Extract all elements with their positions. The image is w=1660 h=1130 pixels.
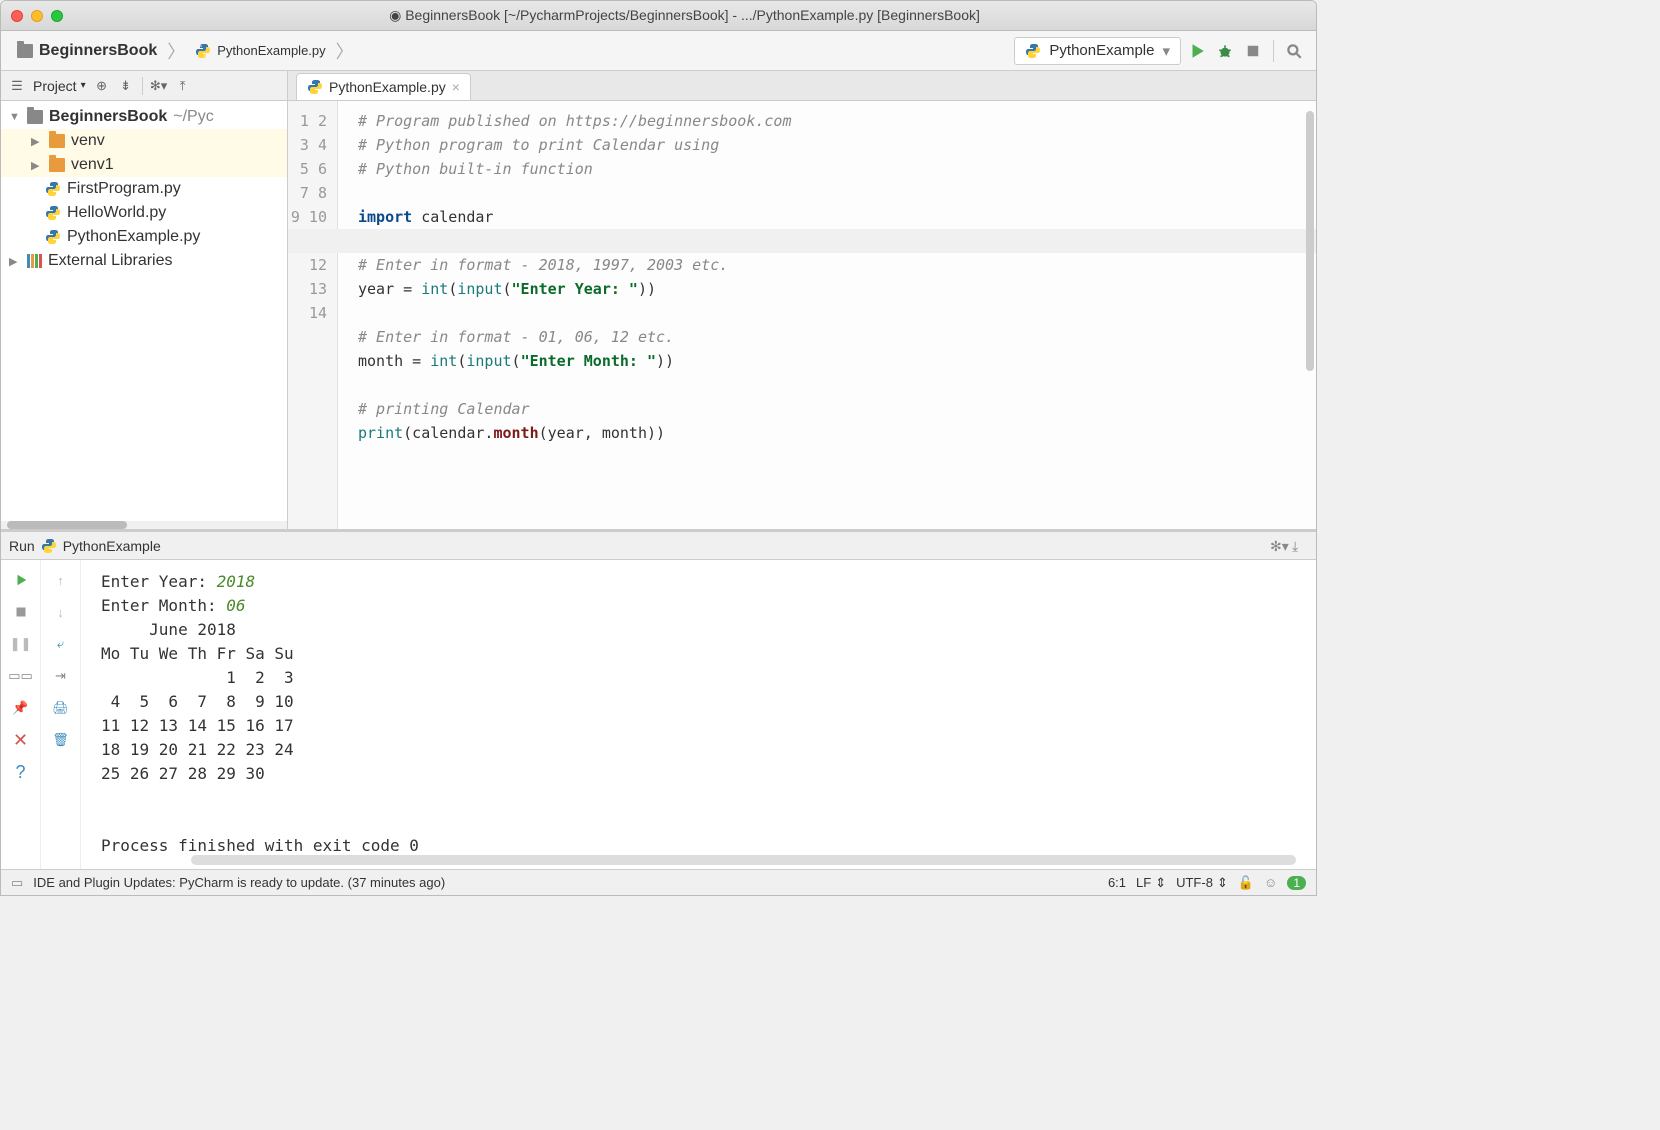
run-button[interactable] — [1185, 39, 1209, 63]
breadcrumb-project[interactable]: BeginnersBook — [11, 38, 163, 64]
up-button[interactable]: ↑ — [51, 570, 71, 590]
help-button[interactable]: ? — [11, 762, 31, 782]
hector-icon[interactable]: ☺ — [1264, 875, 1277, 890]
tree-root-path: ~/Pyc — [173, 108, 213, 126]
gear-icon[interactable]: ✻▾ — [1270, 538, 1286, 554]
debug-button[interactable] — [1213, 39, 1237, 63]
notification-badge[interactable]: 1 — [1287, 876, 1306, 890]
python-file-icon — [45, 205, 61, 221]
python-file-icon — [195, 43, 211, 59]
tree-folder-venv1[interactable]: ▶ venv1 — [1, 153, 287, 177]
cursor-position[interactable]: 6:1 — [1108, 875, 1126, 890]
tree-external-libraries[interactable]: ▶ External Libraries — [1, 249, 287, 273]
encoding[interactable]: UTF-8⇕ — [1176, 875, 1228, 891]
chevron-down-icon: ▾ — [1162, 42, 1170, 60]
console-output[interactable]: Enter Year: 2018 Enter Month: 06 June 20… — [81, 560, 1316, 869]
ide-window: ◉ BeginnersBook [~/PycharmProjects/Begin… — [0, 0, 1317, 896]
project-tree: ▼ BeginnersBook ~/Pyc ▶ venv ▶ venv1 — [1, 101, 287, 521]
python-file-icon — [307, 79, 323, 95]
lock-icon[interactable]: 🔓 — [1238, 875, 1254, 891]
editor-scrollbar[interactable] — [1306, 111, 1314, 371]
collapse-all-icon[interactable]: ⇟ — [118, 78, 134, 94]
line-separator[interactable]: LF⇕ — [1136, 875, 1166, 891]
tree-folder-venv[interactable]: ▶ venv — [1, 129, 287, 153]
down-button[interactable]: ↓ — [51, 602, 71, 622]
project-view-icon[interactable]: ☰ — [9, 78, 25, 94]
clear-button[interactable]: 🗑 — [51, 730, 71, 750]
stop-button[interactable] — [1241, 39, 1265, 63]
window-title: ◉ BeginnersBook [~/PycharmProjects/Begin… — [63, 7, 1306, 24]
editor-tab-pythonexample[interactable]: PythonExample.py × — [296, 73, 471, 100]
project-toolbar: ☰ Project▾ ⊕ ⇟ ✻▾ ⤒ — [1, 71, 287, 101]
run-panel-body: ❚❚ ▭▭ 📌 ✕ ? ↑ ↓ ⤶ ⇥ 🖨 🗑 Enter Year: 2018… — [1, 560, 1316, 869]
expand-arrow-icon[interactable]: ▶ — [31, 135, 43, 148]
close-tab-icon[interactable]: × — [452, 79, 460, 95]
folder-icon — [27, 110, 43, 124]
tree-file-pythonexample[interactable]: PythonExample.py — [1, 225, 287, 249]
window-controls — [11, 10, 63, 22]
hide-panel-icon[interactable]: ⤒ — [175, 78, 191, 94]
soft-wrap-button[interactable]: ⤶ — [51, 634, 71, 654]
pin-button[interactable]: 📌 — [11, 698, 31, 718]
folder-icon — [17, 44, 33, 58]
breadcrumb-separator: 〉 — [167, 38, 185, 64]
close-window-button[interactable] — [11, 10, 23, 22]
run-panel-header: Run PythonExample ✻▾ ⤓ — [1, 532, 1316, 560]
run-panel: Run PythonExample ✻▾ ⤓ ❚❚ ▭▭ 📌 ✕ ? ↑ ↓ ⤶… — [1, 529, 1316, 869]
rerun-button[interactable] — [11, 570, 31, 590]
tree-file-firstprogram[interactable]: FirstProgram.py — [1, 177, 287, 201]
stop-button[interactable] — [11, 602, 31, 622]
dump-threads-button[interactable]: ▭▭ — [11, 666, 31, 686]
close-button[interactable]: ✕ — [11, 730, 31, 750]
pycharm-icon: ◉ — [389, 7, 401, 23]
statusbar: ▭ IDE and Plugin Updates: PyCharm is rea… — [1, 869, 1316, 895]
settings-icon[interactable]: ✻▾ — [151, 78, 167, 94]
tree-root[interactable]: ▼ BeginnersBook ~/Pyc — [1, 105, 287, 129]
expand-arrow-icon[interactable]: ▶ — [9, 255, 21, 268]
project-view-label[interactable]: Project▾ — [33, 78, 86, 94]
maximize-window-button[interactable] — [51, 10, 63, 22]
run-toolbar-left2: ↑ ↓ ⤶ ⇥ 🖨 🗑 — [41, 560, 81, 869]
folder-icon — [49, 134, 65, 148]
search-button[interactable] — [1282, 39, 1306, 63]
run-toolbar-left: ❚❚ ▭▭ 📌 ✕ ? — [1, 560, 41, 869]
python-file-icon — [45, 181, 61, 197]
main-content: ☰ Project▾ ⊕ ⇟ ✻▾ ⤒ ▼ BeginnersBook ~/Py… — [1, 71, 1316, 529]
project-scrollbar[interactable] — [1, 521, 287, 529]
tool-window-icon[interactable]: ▭ — [11, 875, 23, 891]
python-file-icon — [45, 229, 61, 245]
code-editor[interactable]: 1 2 3 4 5 6 7 8 9 10 11 12 13 14 # Progr… — [288, 101, 1316, 529]
console-scrollbar[interactable] — [191, 855, 1296, 865]
editor-area: PythonExample.py × 1 2 3 4 5 6 7 8 9 10 … — [288, 71, 1316, 529]
run-label: Run — [9, 538, 35, 554]
line-gutter: 1 2 3 4 5 6 7 8 9 10 11 12 13 14 — [288, 101, 338, 529]
breadcrumb-separator: 〉 — [336, 38, 354, 64]
download-icon[interactable]: ⤓ — [1292, 538, 1308, 554]
python-file-icon — [1025, 43, 1041, 59]
tree-file-helloworld[interactable]: HelloWorld.py — [1, 201, 287, 225]
editor-tab-bar: PythonExample.py × — [288, 71, 1316, 101]
run-configuration-selector[interactable]: PythonExample ▾ — [1014, 37, 1181, 65]
project-panel: ☰ Project▾ ⊕ ⇟ ✻▾ ⤒ ▼ BeginnersBook ~/Py… — [1, 71, 288, 529]
status-message: IDE and Plugin Updates: PyCharm is ready… — [33, 875, 445, 890]
folder-icon — [49, 158, 65, 172]
run-config-name: PythonExample — [63, 538, 161, 554]
expand-arrow-icon[interactable]: ▶ — [31, 159, 43, 172]
titlebar: ◉ BeginnersBook [~/PycharmProjects/Begin… — [1, 1, 1316, 31]
expand-arrow-icon[interactable]: ▼ — [9, 111, 21, 123]
breadcrumb-file[interactable]: PythonExample.py — [189, 39, 331, 63]
print-button[interactable]: 🖨 — [51, 698, 71, 718]
scroll-to-end-button[interactable]: ⇥ — [51, 666, 71, 686]
navigation-bar: BeginnersBook 〉 PythonExample.py 〉 Pytho… — [1, 31, 1316, 71]
code-content[interactable]: # Program published on https://beginners… — [338, 101, 1316, 529]
minimize-window-button[interactable] — [31, 10, 43, 22]
scroll-from-source-icon[interactable]: ⊕ — [94, 78, 110, 94]
libraries-icon — [27, 254, 42, 268]
python-file-icon — [41, 538, 57, 554]
pause-button[interactable]: ❚❚ — [11, 634, 31, 654]
